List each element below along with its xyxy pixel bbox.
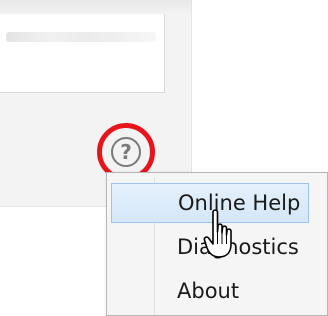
- question-circle-icon: ?: [111, 137, 141, 167]
- menu-item-label: About: [177, 279, 240, 303]
- menu-item-about[interactable]: About: [111, 271, 309, 311]
- menu-item-label: Diagnostics: [177, 235, 299, 259]
- help-icon-glyph: ?: [120, 140, 132, 164]
- blurred-text: [6, 32, 156, 42]
- blurred-toolbar: [0, 0, 191, 14]
- content-box: [0, 14, 165, 93]
- menu-item-label: Online Help: [178, 191, 301, 215]
- hand-pointer-icon: [203, 209, 232, 258]
